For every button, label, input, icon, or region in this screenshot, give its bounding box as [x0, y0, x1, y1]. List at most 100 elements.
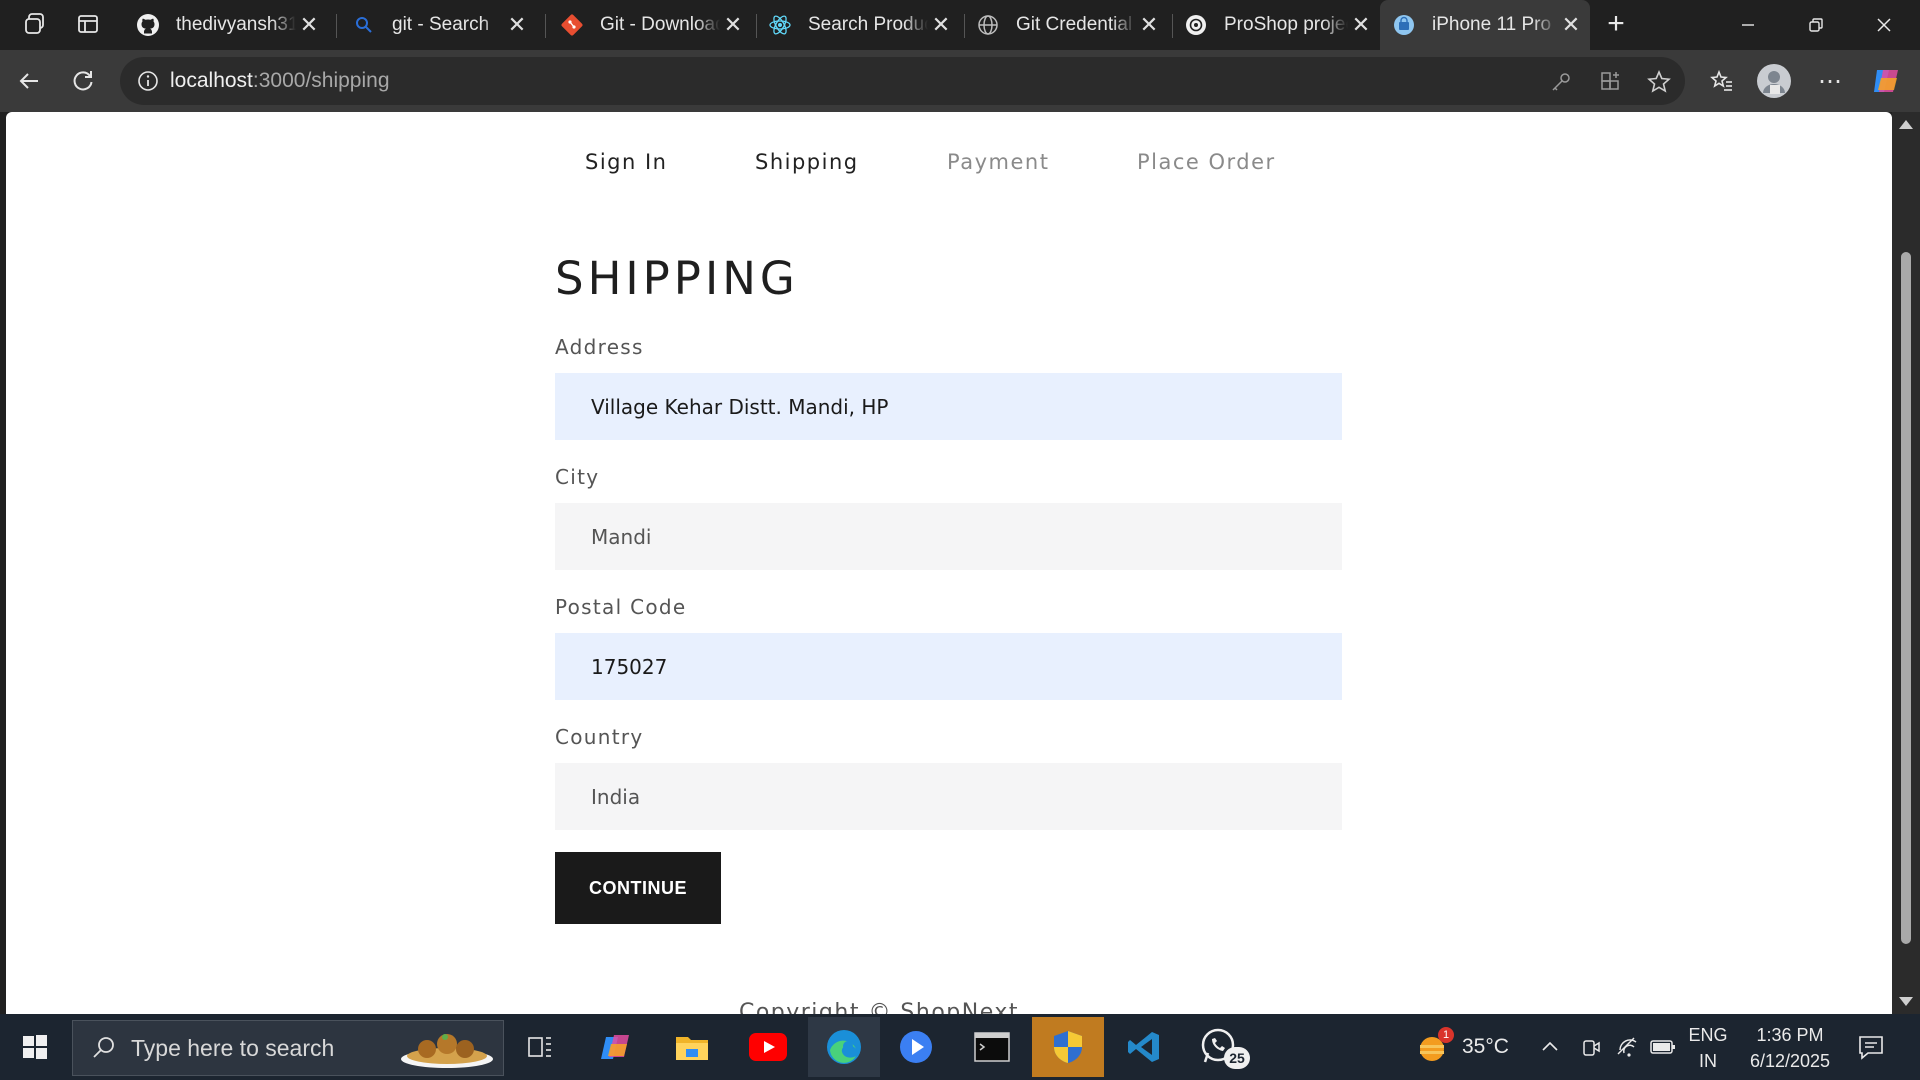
minimize-icon[interactable] — [1716, 0, 1780, 50]
more-options-icon[interactable]: ⋯ — [1810, 61, 1850, 101]
tab-close-icon[interactable]: ✕ — [504, 12, 530, 38]
page-scrollbar[interactable] — [1892, 112, 1920, 1014]
weather-widget[interactable]: 1 35°C — [1414, 1014, 1509, 1080]
address-bar[interactable]: localhost:3000/shipping — [120, 57, 1685, 105]
scroll-up-icon[interactable] — [1899, 120, 1913, 129]
file-explorer-icon[interactable] — [656, 1017, 728, 1077]
chatgpt-icon — [1184, 13, 1208, 37]
copilot-icon[interactable] — [1866, 61, 1906, 101]
postal-code-input[interactable] — [555, 633, 1342, 700]
browser-toolbar: localhost:3000/shipping ⋯ — [0, 50, 1920, 112]
tab-title: Git - Downloads — [600, 14, 720, 35]
github-icon — [136, 13, 160, 37]
tab-divider — [336, 14, 337, 38]
browser-tab-git-search[interactable]: git - Search ✕ — [340, 0, 536, 50]
media-player-icon[interactable] — [880, 1017, 952, 1077]
tab-title: Search Product — [808, 14, 928, 35]
search-highlight-food-icon — [401, 1034, 493, 1068]
browser-tab-search-product[interactable]: Search Product ✕ — [756, 0, 960, 50]
continue-button[interactable]: CONTINUE — [555, 852, 721, 924]
copilot-app-icon[interactable] — [580, 1017, 652, 1077]
restore-icon[interactable] — [1784, 0, 1848, 50]
scroll-down-icon[interactable] — [1899, 997, 1913, 1006]
wifi-icon[interactable] — [1616, 1014, 1640, 1080]
tab-close-icon[interactable]: ✕ — [1558, 12, 1584, 38]
youtube-icon[interactable] — [732, 1017, 804, 1077]
country-input[interactable] — [555, 763, 1342, 830]
show-hidden-icons[interactable] — [1540, 1014, 1560, 1080]
task-view-icon[interactable] — [504, 1017, 576, 1077]
globe-icon — [976, 13, 1000, 37]
tab-divider — [545, 14, 546, 38]
page-viewport: Sign In Shipping Payment Place Order SHI… — [6, 112, 1892, 1014]
language-indicator[interactable]: ENG IN — [1686, 1022, 1730, 1074]
notifications-icon[interactable] — [1856, 1014, 1886, 1080]
browser-tab-github[interactable]: thedivyansh31 ✕ — [124, 0, 328, 50]
profile-avatar-icon[interactable] — [1754, 61, 1794, 101]
tab-title: thedivyansh31 — [176, 14, 296, 35]
tab-title: iPhone 11 Pro — [1432, 14, 1552, 35]
region-code: IN — [1699, 1051, 1717, 1071]
whatsapp-icon[interactable]: 25 — [1184, 1017, 1256, 1077]
city-input[interactable] — [555, 503, 1342, 570]
tab-close-icon[interactable]: ✕ — [1348, 12, 1374, 38]
language-code: ENG — [1688, 1025, 1728, 1045]
close-window-icon[interactable] — [1852, 0, 1916, 50]
weather-sun-icon: 1 — [1414, 1027, 1454, 1065]
windows-start-icon[interactable] — [0, 1014, 70, 1080]
step-sign-in[interactable]: Sign In — [585, 150, 667, 174]
step-shipping[interactable]: Shipping — [755, 150, 859, 174]
page-title: SHIPPING — [555, 252, 799, 305]
temperature: 35°C — [1462, 1035, 1509, 1058]
browser-tab-git-credential[interactable]: Git Credential ✕ — [964, 0, 1168, 50]
vertical-tabs-icon[interactable] — [64, 0, 112, 48]
react-icon — [768, 13, 792, 37]
search-icon — [352, 13, 376, 37]
step-payment: Payment — [947, 150, 1050, 174]
site-info-icon[interactable] — [126, 70, 170, 92]
browser-tab-iphone-11-pro[interactable]: iPhone 11 Pro ✕ — [1380, 0, 1590, 50]
battery-icon[interactable] — [1650, 1014, 1676, 1080]
country-label: Country — [555, 725, 644, 749]
checkout-steps: Sign In Shipping Payment Place Order — [6, 112, 1892, 212]
step-place-order: Place Order — [1137, 150, 1276, 174]
workspaces-icon[interactable] — [12, 0, 60, 48]
footer-copyright: Copyright © ShopNext — [738, 1000, 1020, 1014]
scroll-thumb[interactable] — [1901, 252, 1911, 944]
system-clock[interactable]: 1:36 PM 6/12/2025 — [1740, 1022, 1840, 1074]
tab-title: ProShop project — [1224, 14, 1348, 35]
chevron-up-icon — [1542, 1041, 1558, 1051]
whatsapp-unread-badge: 25 — [1224, 1047, 1250, 1069]
clock-time: 1:36 PM — [1756, 1025, 1824, 1045]
shipping-form: SHIPPING Address City Postal Code Countr… — [555, 252, 1342, 924]
security-shield-icon[interactable] — [1032, 1017, 1104, 1077]
url-path: :3000/shipping — [252, 69, 390, 92]
tab-title: git - Search — [392, 14, 490, 35]
tab-close-icon[interactable]: ✕ — [1136, 12, 1162, 38]
apps-icon[interactable] — [1598, 69, 1624, 95]
taskbar-search-placeholder: Type here to search — [131, 1034, 335, 1061]
weather-alert-badge: 1 — [1438, 1027, 1454, 1043]
address-input[interactable] — [555, 373, 1342, 440]
new-tab-icon[interactable]: + — [1592, 0, 1640, 48]
refresh-icon[interactable] — [60, 58, 106, 104]
edge-browser-icon[interactable] — [808, 1017, 880, 1077]
vscode-icon[interactable] — [1108, 1017, 1180, 1077]
meet-now-icon[interactable] — [1580, 1014, 1602, 1080]
tab-close-icon[interactable]: ✕ — [928, 12, 954, 38]
tab-close-icon[interactable]: ✕ — [720, 12, 746, 38]
tab-close-icon[interactable]: ✕ — [296, 12, 322, 38]
browser-tab-strip: thedivyansh31 ✕ git - Search ✕ Git - Dow… — [0, 0, 1920, 50]
postal-code-label: Postal Code — [555, 595, 687, 619]
clock-date: 6/12/2025 — [1749, 1051, 1831, 1071]
tab-title: Git Credential — [1016, 14, 1133, 35]
terminal-icon[interactable] — [956, 1017, 1028, 1077]
favorites-icon[interactable] — [1702, 61, 1742, 101]
browser-tab-proshop-project[interactable]: ProShop project ✕ — [1172, 0, 1380, 50]
back-icon[interactable] — [6, 58, 52, 104]
favorite-star-icon[interactable] — [1646, 69, 1672, 95]
taskbar-search-box[interactable]: Type here to search — [72, 1020, 504, 1076]
key-icon[interactable] — [1548, 69, 1574, 95]
city-label: City — [555, 465, 600, 489]
browser-tab-git-downloads[interactable]: Git - Downloads ✕ — [548, 0, 752, 50]
